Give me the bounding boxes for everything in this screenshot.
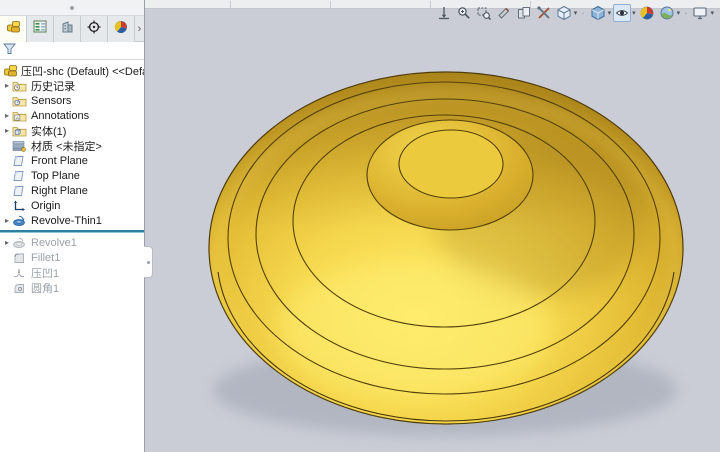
tree-item-revolve1[interactable]: ▸ Revolve1 <box>0 235 144 250</box>
display-style-dropdown[interactable]: ▾ <box>608 9 612 17</box>
tree-item-origin[interactable]: Origin <box>0 198 144 213</box>
panel-collapse-strip[interactable] <box>0 0 144 16</box>
display-manager-ball-icon <box>114 20 128 39</box>
feature-manager-icon <box>6 20 21 38</box>
history-folder-icon <box>12 79 28 92</box>
section-view-icon[interactable] <box>495 4 513 22</box>
tab-property-manager[interactable] <box>27 16 54 42</box>
manager-tab-bar: › <box>0 16 144 42</box>
tree-item-history[interactable]: ▸ 历史记录 <box>0 78 144 93</box>
filter-funnel-icon <box>3 42 16 60</box>
round-gray-icon <box>12 281 28 294</box>
3d-drawing-views-icon[interactable] <box>515 4 533 22</box>
previous-view-icon[interactable] <box>475 4 493 22</box>
display-style-icon[interactable] <box>589 4 607 22</box>
annotations-folder-icon: A <box>12 109 28 122</box>
tree-item-solid-bodies[interactable]: ▸ 实体(1) <box>0 123 144 138</box>
view-orientation-dropdown[interactable]: ▾ <box>574 9 578 17</box>
edit-appearance-icon[interactable] <box>638 4 656 22</box>
tree-item-right-plane[interactable]: Right Plane <box>0 183 144 198</box>
revolve-gray-icon <box>12 236 28 249</box>
tree-item-front-plane[interactable]: Front Plane <box>0 153 144 168</box>
model-revolved-disc[interactable] <box>145 0 720 452</box>
apply-scene-icon[interactable] <box>658 4 676 22</box>
dome-top[interactable] <box>399 130 503 198</box>
tree-root-part[interactable]: 压凹-shc (Default) <<Default <box>0 63 144 78</box>
fillet-gray-icon <box>12 251 28 264</box>
view-settings-dropdown[interactable]: ▾ <box>710 9 714 17</box>
expand-arrow-icon[interactable]: ▸ <box>2 216 12 225</box>
zoom-to-fit-icon[interactable] <box>435 4 453 22</box>
tree-item-revolve-thin1[interactable]: ▸ Revolve-Thin1 <box>0 213 144 228</box>
hide-show-items-icon[interactable] <box>613 4 631 22</box>
zoom-to-area-icon[interactable] <box>455 4 473 22</box>
plane-icon <box>12 169 28 182</box>
tree-root-label: 压凹-shc (Default) <<Default <box>21 63 144 78</box>
rollback-bar[interactable] <box>0 230 144 233</box>
panel-splitter-handle[interactable] <box>144 246 153 278</box>
tab-feature-manager[interactable] <box>0 16 27 42</box>
view-orientation-icon[interactable] <box>555 4 573 22</box>
property-manager-icon <box>33 20 47 38</box>
feature-manager-panel: › 压凹-shc <box>0 0 145 452</box>
apply-scene-dropdown[interactable]: ▾ <box>677 9 681 17</box>
hide-show-items-dropdown[interactable]: ▾ <box>632 9 636 17</box>
graphics-viewport[interactable]: ▾ · ▾ ▾ <box>145 0 720 452</box>
expand-arrow-icon[interactable]: ▸ <box>2 81 12 90</box>
tree-filter-row[interactable] <box>0 42 144 60</box>
tree-item-annotations[interactable]: ▸ A Annotations <box>0 108 144 123</box>
material-icon <box>12 139 28 152</box>
tree-item-top-plane[interactable]: Top Plane <box>0 168 144 183</box>
solidworks-window: › 压凹-shc <box>0 0 720 452</box>
feature-tree: 压凹-shc (Default) <<Default ▸ 历史记录 <box>0 60 144 295</box>
headsup-view-toolbar: ▾ · ▾ ▾ <box>435 4 714 22</box>
solid-bodies-folder-icon <box>12 124 28 137</box>
expand-arrow-icon[interactable]: ▸ <box>2 111 12 120</box>
tab-dimxpert-manager[interactable] <box>81 16 108 42</box>
expand-arrow-icon[interactable]: ▸ <box>2 238 12 247</box>
dimxpert-target-icon <box>87 20 101 39</box>
expand-arrow-icon[interactable]: ▸ <box>2 126 12 135</box>
sensors-folder-icon <box>12 94 28 107</box>
tree-item-fillet1[interactable]: Fillet1 <box>0 250 144 265</box>
panel-collapse-dot <box>70 6 74 10</box>
tab-configuration-manager[interactable] <box>54 16 81 42</box>
tab-display-manager[interactable] <box>108 16 135 42</box>
view-settings-icon[interactable] <box>691 4 709 22</box>
revolve-thin-icon <box>12 214 28 227</box>
configuration-manager-icon <box>60 20 74 38</box>
indent-gray-icon <box>12 266 28 279</box>
tree-item-indent1[interactable]: 压凹1 <box>0 265 144 280</box>
plane-icon <box>12 154 28 167</box>
tree-item-sensors[interactable]: Sensors <box>0 93 144 108</box>
part-icon <box>3 64 19 77</box>
dynamic-annotation-views-icon[interactable] <box>535 4 553 22</box>
origin-icon <box>12 199 28 212</box>
tree-item-material[interactable]: 材质 <未指定> <box>0 138 144 153</box>
tab-overflow-arrow[interactable]: › <box>135 16 144 41</box>
tree-item-round1[interactable]: 圆角1 <box>0 280 144 295</box>
plane-icon <box>12 184 28 197</box>
